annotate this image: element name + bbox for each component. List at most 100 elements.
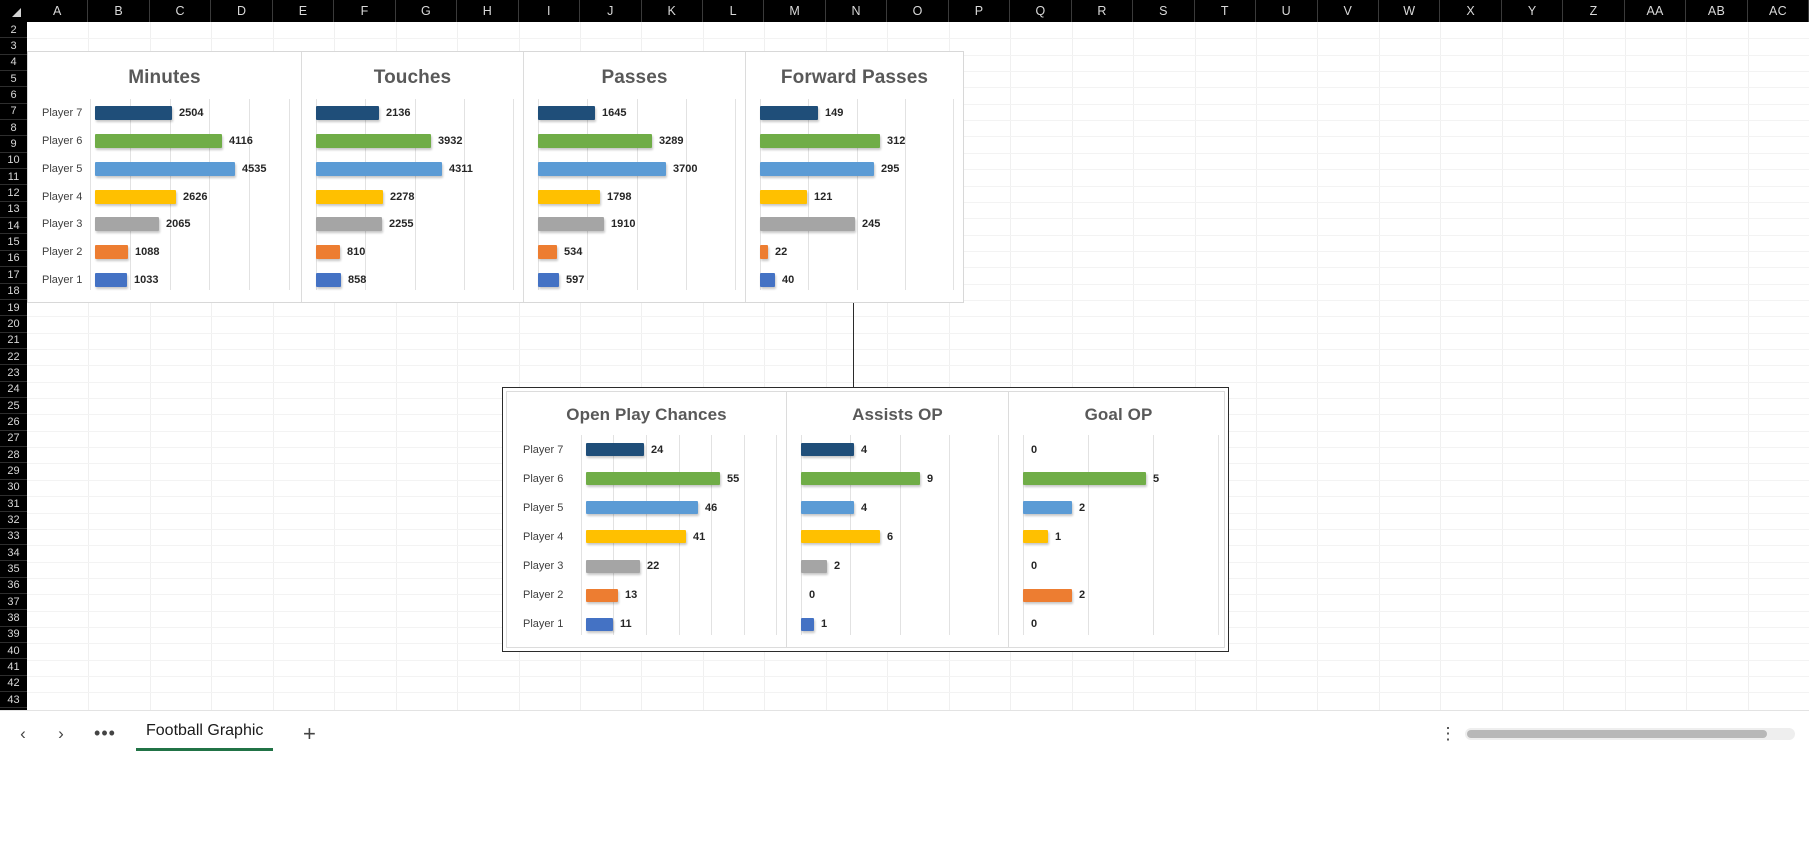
chart-forward-passes[interactable]: Forward Passes 149 312 295 121 245 22 40 — [746, 52, 963, 302]
bar-player-6[interactable] — [801, 472, 920, 486]
column-header-b[interactable]: B — [88, 0, 150, 22]
row-header-32[interactable]: 32 — [0, 512, 27, 529]
column-header-u[interactable]: U — [1256, 0, 1318, 22]
bar-player-5[interactable] — [1023, 501, 1072, 515]
bar-player-2[interactable] — [538, 245, 557, 260]
bar-player-2[interactable] — [760, 245, 768, 260]
row-header-12[interactable]: 12 — [0, 185, 27, 202]
bar-player-6[interactable] — [538, 133, 652, 148]
bar-player-5[interactable] — [316, 161, 442, 176]
row-header-7[interactable]: 7 — [0, 104, 27, 121]
row-header-18[interactable]: 18 — [0, 284, 27, 300]
bar-player-2[interactable] — [586, 588, 618, 602]
row-header-36[interactable]: 36 — [0, 578, 27, 595]
bar-player-2[interactable] — [316, 245, 340, 260]
bar-player-7[interactable] — [801, 443, 854, 457]
bar-player-6[interactable] — [1023, 472, 1146, 486]
bar-player-5[interactable] — [760, 161, 874, 176]
row-header-10[interactable]: 10 — [0, 153, 27, 170]
next-sheet-button[interactable]: › — [46, 719, 76, 749]
row-header-34[interactable]: 34 — [0, 545, 27, 562]
row-header-40[interactable]: 40 — [0, 643, 27, 660]
row-header-39[interactable]: 39 — [0, 627, 27, 644]
row-header-43[interactable]: 43 — [0, 692, 27, 709]
column-header-w[interactable]: W — [1379, 0, 1441, 22]
bar-player-4[interactable] — [316, 189, 383, 204]
column-header-g[interactable]: G — [396, 0, 458, 22]
column-header-k[interactable]: K — [642, 0, 703, 22]
chart-goal-op[interactable]: Goal OP 0 5 2 1 0 2 0 — [1009, 392, 1228, 647]
column-header-n[interactable]: N — [826, 0, 888, 22]
bar-player-6[interactable] — [760, 133, 880, 148]
column-header-p[interactable]: P — [949, 0, 1011, 22]
row-header-38[interactable]: 38 — [0, 610, 27, 627]
bar-player-3[interactable] — [760, 217, 855, 232]
bar-player-3[interactable] — [95, 217, 159, 232]
bar-player-4[interactable] — [538, 189, 600, 204]
chart-minutes[interactable]: Minutes Player 7 2504 Player 6 4116 Player 5 4… — [28, 52, 302, 302]
bar-player-7[interactable] — [95, 105, 172, 120]
column-header-d[interactable]: D — [211, 0, 273, 22]
bar-player-3[interactable] — [586, 559, 640, 573]
column-header-m[interactable]: M — [764, 0, 826, 22]
bar-player-3[interactable] — [538, 217, 604, 232]
column-header-ac[interactable]: AC — [1748, 0, 1809, 22]
bar-player-4[interactable] — [95, 189, 176, 204]
bar-player-1[interactable] — [801, 617, 814, 631]
row-header-27[interactable]: 27 — [0, 431, 27, 447]
bar-player-6[interactable] — [586, 472, 720, 486]
row-header-3[interactable]: 3 — [0, 38, 27, 55]
horizontal-scrollbar-thumb[interactable] — [1467, 729, 1767, 738]
bar-player-5[interactable] — [538, 161, 666, 176]
bar-player-7[interactable] — [316, 105, 379, 120]
column-header-o[interactable]: O — [887, 0, 949, 22]
bar-player-5[interactable] — [586, 501, 698, 515]
row-header-35[interactable]: 35 — [0, 561, 27, 578]
chart-touches[interactable]: Touches 2136 3932 4311 2278 2255 810 858 — [302, 52, 524, 302]
row-header-41[interactable]: 41 — [0, 659, 27, 676]
column-header-x[interactable]: X — [1440, 0, 1502, 22]
row-header-6[interactable]: 6 — [0, 87, 27, 104]
bar-player-4[interactable] — [1023, 530, 1048, 544]
row-header-19[interactable]: 19 — [0, 300, 27, 317]
worksheet-grid[interactable]: Minutes Player 7 2504 Player 6 4116 Player 54… — [27, 22, 1809, 710]
chart-open-play-chances[interactable]: Open Play Chances Player 7 24 Player 6 55 Pla… — [507, 392, 787, 647]
row-header-11[interactable]: 11 — [0, 169, 27, 186]
bar-player-6[interactable] — [316, 133, 431, 148]
row-header-30[interactable]: 30 — [0, 480, 27, 496]
row-header-21[interactable]: 21 — [0, 333, 27, 349]
row-header-25[interactable]: 25 — [0, 398, 27, 415]
row-header-13[interactable]: 13 — [0, 202, 27, 219]
row-header-9[interactable]: 9 — [0, 136, 27, 153]
column-header-t[interactable]: T — [1195, 0, 1257, 22]
all-sheets-button[interactable]: ••• — [90, 719, 120, 749]
bar-player-1[interactable] — [586, 617, 613, 631]
bar-player-5[interactable] — [801, 501, 854, 515]
select-all-corner[interactable] — [0, 0, 27, 22]
column-header-s[interactable]: S — [1133, 0, 1195, 22]
column-header-v[interactable]: V — [1318, 0, 1379, 22]
column-header-aa[interactable]: AA — [1625, 0, 1687, 22]
bar-player-1[interactable] — [538, 273, 559, 288]
row-header-17[interactable]: 17 — [0, 267, 27, 284]
column-header-i[interactable]: I — [519, 0, 581, 22]
bar-player-7[interactable] — [538, 105, 595, 120]
bar-player-1[interactable] — [316, 273, 341, 288]
chart-assists-op[interactable]: Assists OP 4 9 4 6 2 0 1 — [787, 392, 1009, 647]
sheet-options-kebab-icon[interactable]: ⋮ — [1435, 721, 1461, 747]
bar-player-6[interactable] — [95, 133, 222, 148]
bar-player-3[interactable] — [316, 217, 382, 232]
bar-player-5[interactable] — [95, 161, 235, 176]
row-header-22[interactable]: 22 — [0, 349, 27, 366]
row-header-37[interactable]: 37 — [0, 594, 27, 611]
bar-player-7[interactable] — [586, 443, 644, 457]
previous-sheet-button[interactable]: ‹ — [8, 719, 38, 749]
column-header-j[interactable]: J — [580, 0, 642, 22]
row-header-26[interactable]: 26 — [0, 414, 27, 431]
column-header-q[interactable]: Q — [1010, 0, 1072, 22]
bar-player-2[interactable] — [1023, 588, 1072, 602]
row-header-2[interactable]: 2 — [0, 22, 27, 39]
row-header-29[interactable]: 29 — [0, 463, 27, 480]
row-header-5[interactable]: 5 — [0, 71, 27, 88]
add-sheet-button[interactable]: + — [295, 720, 323, 748]
